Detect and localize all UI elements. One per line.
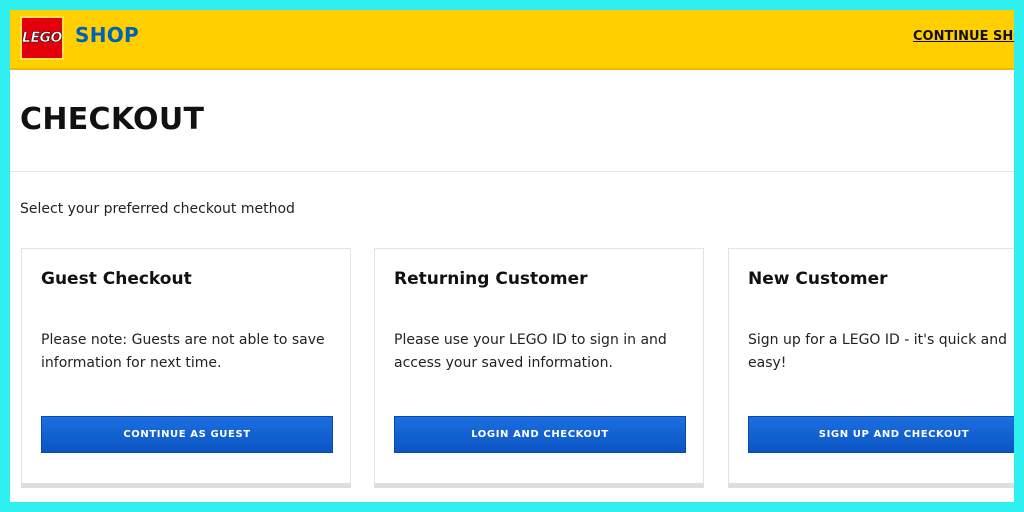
page-title: CHECKOUT	[20, 102, 205, 137]
returning-customer-card: Returning Customer Please use your LEGO …	[374, 248, 704, 488]
card-title: Guest Checkout	[41, 269, 192, 289]
continue-shopping-link[interactable]: CONTINUE SHOP	[913, 29, 1014, 44]
card-shadow	[21, 483, 351, 488]
sign-up-and-checkout-button[interactable]: SIGN UP AND CHECKOUT	[748, 416, 1014, 453]
card-title: Returning Customer	[394, 269, 588, 289]
lego-logo-text: LEGO	[22, 30, 63, 47]
card-shadow	[374, 483, 704, 488]
card-description: Please note: Guests are not able to save…	[41, 332, 325, 371]
card-shadow	[728, 483, 1014, 488]
login-and-checkout-button[interactable]: LOGIN AND CHECKOUT	[394, 416, 686, 453]
checkout-instruction: Select your preferred checkout method	[20, 201, 295, 217]
shop-link[interactable]: SHOP	[75, 23, 139, 47]
card-title: New Customer	[748, 269, 888, 289]
header-bar: LEGO SHOP CONTINUE SHOP	[10, 10, 1014, 70]
card-description: Please use your LEGO ID to sign in and a…	[394, 332, 667, 371]
browser-viewport: LEGO SHOP CONTINUE SHOP CHECKOUT Select …	[10, 10, 1014, 502]
lego-logo[interactable]: LEGO	[20, 16, 64, 60]
continue-as-guest-button[interactable]: CONTINUE AS GUEST	[41, 416, 333, 453]
new-customer-card: New Customer Sign up for a LEGO ID - it'…	[728, 248, 1014, 488]
card-description: Sign up for a LEGO ID - it's quick and e…	[748, 332, 1007, 371]
divider	[10, 171, 1014, 172]
guest-checkout-card: Guest Checkout Please note: Guests are n…	[21, 248, 351, 488]
